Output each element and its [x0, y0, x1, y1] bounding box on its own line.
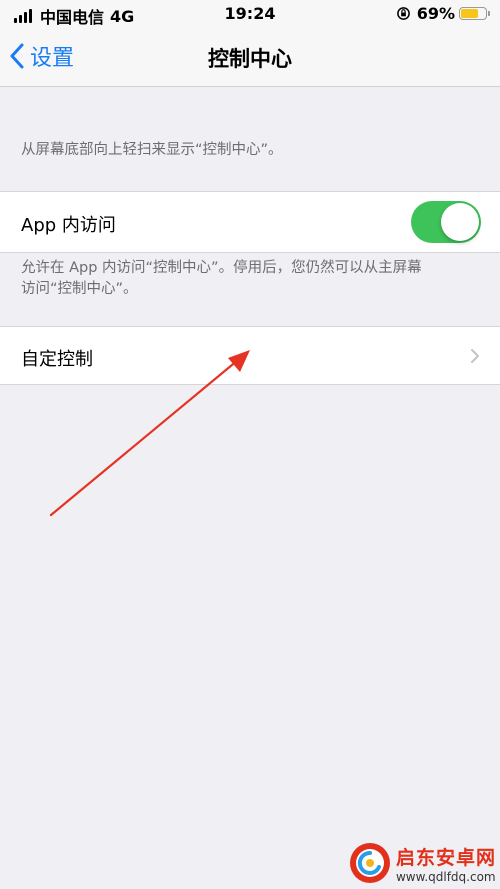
status-bar: 中国电信 4G 19:24 69% [0, 0, 500, 28]
battery-cap [488, 11, 490, 16]
status-right: 69% [396, 4, 490, 23]
customize-controls-cell[interactable]: 自定控制 [0, 326, 500, 385]
battery-percent: 69% [416, 4, 455, 23]
page-title: 控制中心 [208, 47, 292, 71]
watermark-text: 启东安卓网 www.qdlfdq.com [396, 843, 496, 884]
access-within-apps-label: App 内访问 [21, 215, 116, 236]
battery-icon [459, 7, 487, 20]
watermark-url: www.qdlfdq.com [395, 869, 496, 884]
rotation-lock-icon [396, 7, 410, 20]
access-within-apps-toggle[interactable] [411, 201, 481, 243]
intro-note: 从屏幕底部向上轻扫来显示“控制中心”。 [21, 142, 283, 158]
battery-fill [461, 9, 478, 18]
toggle-knob [441, 203, 479, 241]
access-within-apps-note: 允许在 App 内访问“控制中心”。停用后，您仍然可以从主屏幕 访问“控制中心”… [21, 258, 422, 300]
access-within-apps-cell: App 内访问 [0, 191, 500, 253]
navigation-bar: 设置 控制中心 [0, 28, 500, 87]
access-within-apps-note-line1: 允许在 App 内访问“控制中心”。停用后，您仍然可以从主屏幕 [21, 260, 422, 276]
watermark-logo-icon [349, 843, 390, 883]
customize-controls-label: 自定控制 [21, 349, 93, 370]
annotation-arrow [49, 350, 250, 517]
watermark: 启东安卓网 www.qdlfdq.com [348, 841, 496, 885]
access-within-apps-note-line2: 访问“控制中心”。 [21, 281, 138, 297]
chevron-right-icon [471, 349, 479, 363]
watermark-title: 启东安卓网 [395, 846, 496, 869]
